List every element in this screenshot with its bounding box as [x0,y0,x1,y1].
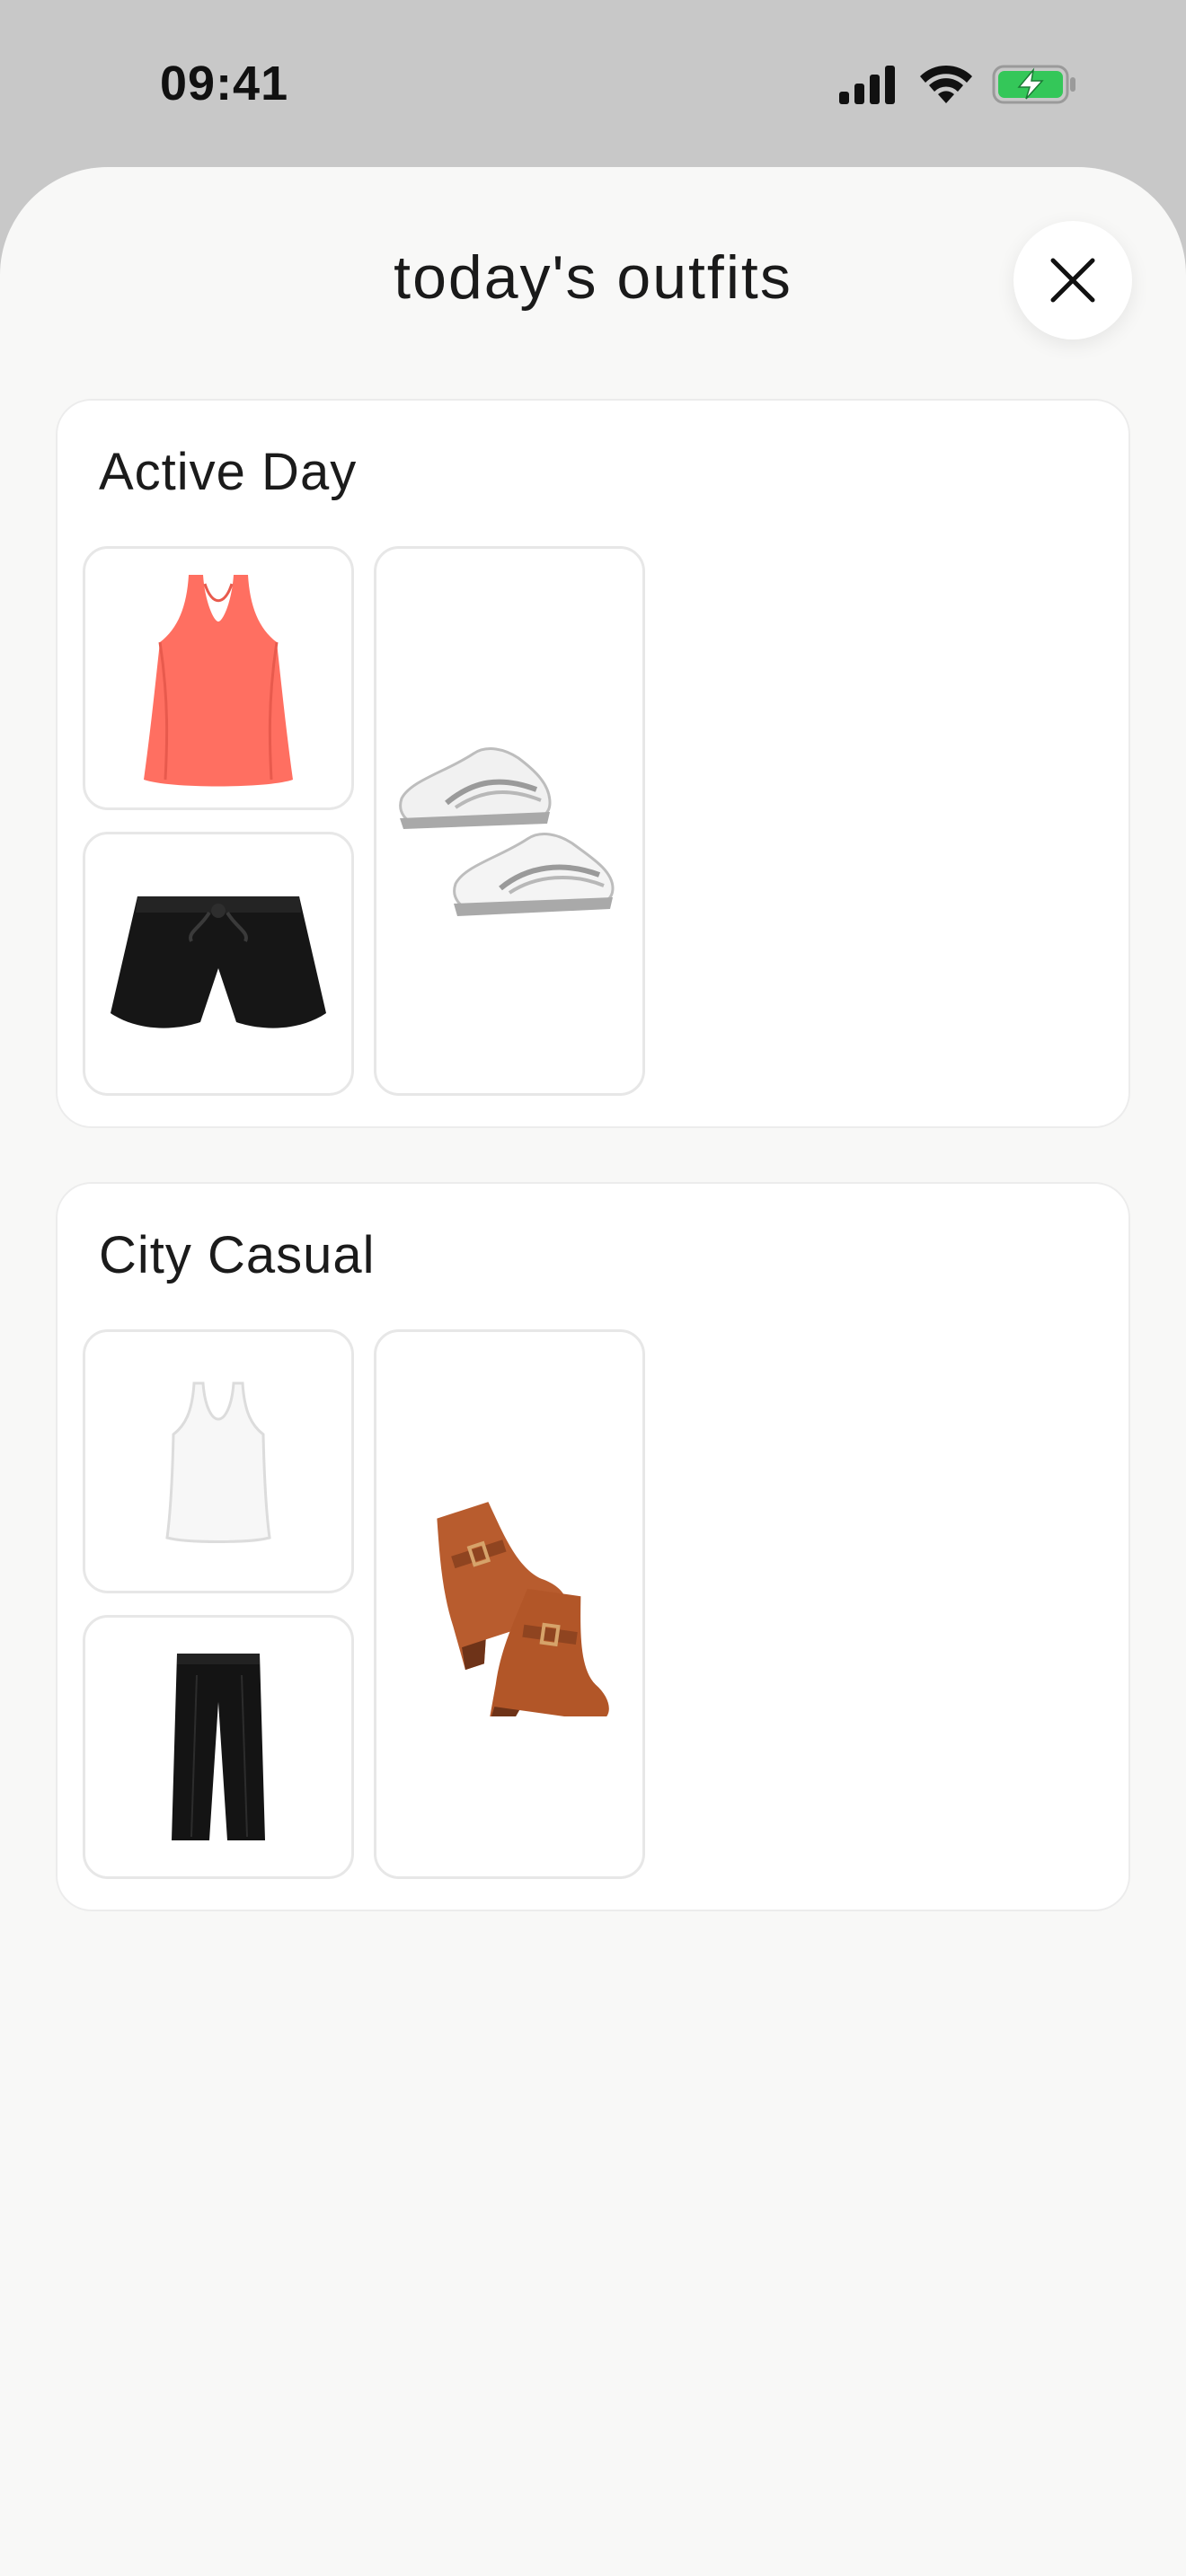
outfit-item-tile[interactable] [83,832,354,1096]
status-time: 09:41 [160,57,289,110]
close-icon [1050,258,1095,303]
outfits-sheet: today's outfits Active Day City Casual [0,167,1186,2576]
white-sneakers-image [399,747,615,916]
battery-charging-icon [992,65,1075,104]
black-trousers-image [172,1654,265,1840]
outfit-title: City Casual [99,1226,376,1284]
outfit-card-active-day[interactable]: Active Day [56,399,1130,1128]
white-tank-top-image [165,1381,271,1543]
status-icons [837,63,1078,106]
brown-ankle-boots-image [437,1502,609,1716]
outfit-item-tile[interactable] [83,1329,354,1593]
cellular-signal-icon [839,66,895,104]
wifi-icon [920,65,972,103]
close-button[interactable] [1013,221,1132,340]
status-bar: 09:41 [0,0,1186,171]
sheet-title: today's outfits [394,243,792,312]
outfit-item-tile[interactable] [83,546,354,810]
outfit-title: Active Day [99,443,358,501]
outfit-item-tile[interactable] [374,546,645,1096]
black-shorts-image [111,896,326,1028]
outfit-item-tile[interactable] [83,1615,354,1879]
outfit-item-tile[interactable] [374,1329,645,1879]
coral-tank-top-image [144,575,293,787]
outfit-card-city-casual[interactable]: City Casual [56,1182,1130,1911]
